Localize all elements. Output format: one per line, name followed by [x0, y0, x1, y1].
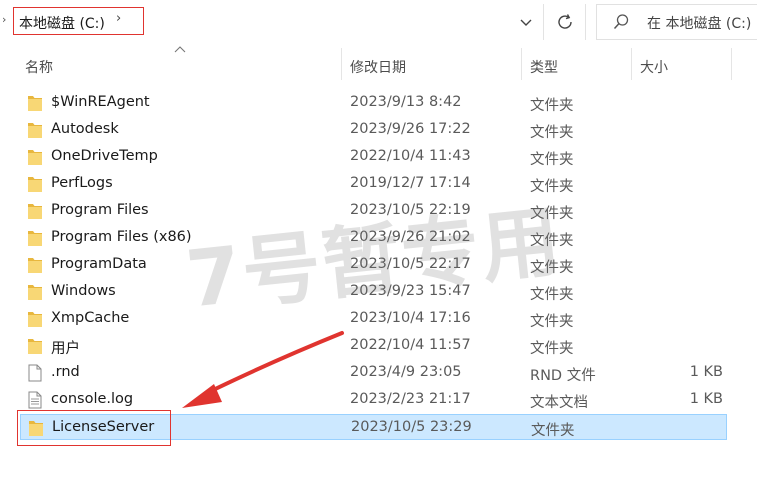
file-name: console.log — [51, 391, 134, 407]
file-row[interactable]: XmpCache 2023/10/4 17:16 文件夹 — [20, 306, 727, 332]
file-name: ProgramData — [51, 256, 147, 272]
file-row[interactable]: OneDriveTemp 2022/10/4 11:43 文件夹 — [20, 144, 727, 170]
file-row[interactable]: 用户 2022/10/4 11:57 文件夹 — [20, 333, 727, 359]
refresh-icon[interactable] — [554, 11, 576, 33]
file-modified-date: 2022/10/4 11:43 — [350, 148, 471, 164]
divider — [543, 4, 544, 40]
file-row[interactable]: LicenseServer 2023/10/5 23:29 文件夹 — [20, 414, 727, 440]
file-name: Autodesk — [51, 121, 119, 137]
file-type: 文件夹 — [530, 152, 574, 168]
folder-icon — [29, 421, 43, 436]
column-divider[interactable] — [341, 48, 342, 80]
file-row[interactable]: .rnd 2023/4/9 23:05 RND 文件 1 KB — [20, 360, 727, 386]
search-icon — [613, 14, 629, 30]
file-name: XmpCache — [51, 310, 130, 326]
folder-icon — [28, 339, 42, 354]
column-type-header[interactable]: 类型 — [530, 57, 558, 77]
file-row[interactable]: $WinREAgent 2023/9/13 8:42 文件夹 — [20, 90, 727, 116]
file-type: 文本文档 — [530, 395, 588, 411]
file-modified-date: 2023/10/4 17:16 — [350, 310, 471, 326]
file-type: 文件夹 — [531, 423, 575, 439]
column-size-header[interactable]: 大小 — [640, 57, 668, 77]
file-name: PerfLogs — [51, 175, 113, 191]
file-modified-date: 2023/10/5 22:17 — [350, 256, 471, 272]
file-type: 文件夹 — [530, 98, 574, 114]
file-name: Windows — [51, 283, 116, 299]
breadcrumb-current-location[interactable]: 本地磁盘 (C:) — [19, 13, 105, 33]
chevron-down-icon[interactable] — [516, 12, 536, 32]
folder-icon — [28, 177, 42, 192]
file-name: .rnd — [51, 364, 80, 380]
file-name: Program Files — [51, 202, 149, 218]
folder-icon — [28, 96, 42, 111]
folder-icon — [28, 312, 42, 327]
file-row[interactable]: PerfLogs 2019/12/7 17:14 文件夹 — [20, 171, 727, 197]
file-row[interactable]: console.log 2023/2/23 21:17 文本文档 1 KB — [20, 387, 727, 413]
file-row[interactable]: Windows 2023/9/23 15:47 文件夹 — [20, 279, 727, 305]
file-type: 文件夹 — [530, 287, 574, 303]
folder-icon — [28, 150, 42, 165]
file-name: OneDriveTemp — [51, 148, 158, 164]
file-type: 文件夹 — [530, 260, 574, 276]
file-row[interactable]: Autodesk 2023/9/26 17:22 文件夹 — [20, 117, 727, 143]
folder-icon — [28, 231, 42, 246]
file-modified-date: 2023/9/26 21:02 — [350, 229, 471, 245]
file-name: LicenseServer — [52, 419, 155, 435]
text-file-icon — [28, 391, 42, 409]
file-size: 1 KB — [689, 391, 723, 407]
file-type: 文件夹 — [530, 314, 574, 330]
file-size: 1 KB — [689, 364, 723, 380]
file-modified-date: 2023/9/23 15:47 — [350, 283, 471, 299]
column-divider[interactable] — [731, 48, 732, 80]
file-row[interactable]: Program Files (x86) 2023/9/26 21:02 文件夹 — [20, 225, 727, 251]
file-row[interactable]: ProgramData 2023/10/5 22:17 文件夹 — [20, 252, 727, 278]
file-modified-date: 2023/9/13 8:42 — [350, 94, 462, 110]
breadcrumb-chevron-icon[interactable]: › — [116, 11, 121, 26]
column-name-header[interactable]: 名称 — [25, 57, 53, 77]
folder-icon — [28, 123, 42, 138]
file-type: 文件夹 — [530, 233, 574, 249]
column-divider[interactable] — [521, 48, 522, 80]
file-modified-date: 2023/2/23 21:17 — [350, 391, 471, 407]
folder-icon — [28, 258, 42, 273]
file-modified-date: 2023/9/26 17:22 — [350, 121, 471, 137]
file-name: Program Files (x86) — [51, 229, 192, 245]
file-name: $WinREAgent — [51, 94, 150, 110]
file-row[interactable]: Program Files 2023/10/5 22:19 文件夹 — [20, 198, 727, 224]
file-type: 文件夹 — [530, 125, 574, 141]
file-type: 文件夹 — [530, 341, 574, 357]
file-modified-date: 2023/4/9 23:05 — [350, 364, 462, 380]
file-modified-date: 2023/10/5 22:19 — [350, 202, 471, 218]
address-bar: › 本地磁盘 (C:) › 在 本地磁盘 (C:) — [0, 0, 757, 44]
sort-ascending-icon — [174, 46, 186, 53]
folder-icon — [28, 204, 42, 219]
file-type: RND 文件 — [530, 368, 596, 384]
file-type: 文件夹 — [530, 206, 574, 222]
divider — [585, 4, 586, 40]
folder-icon — [28, 285, 42, 300]
search-input[interactable]: 在 本地磁盘 (C:) — [647, 13, 751, 33]
file-modified-date: 2023/10/5 23:29 — [351, 419, 472, 435]
breadcrumb-expand-icon[interactable]: › — [2, 13, 6, 26]
file-icon — [28, 364, 42, 382]
file-name: 用户 — [51, 341, 80, 357]
column-divider[interactable] — [631, 48, 632, 80]
file-type: 文件夹 — [530, 179, 574, 195]
column-modified-header[interactable]: 修改日期 — [350, 57, 406, 77]
file-modified-date: 2019/12/7 17:14 — [350, 175, 471, 191]
file-modified-date: 2022/10/4 11:57 — [350, 337, 471, 353]
